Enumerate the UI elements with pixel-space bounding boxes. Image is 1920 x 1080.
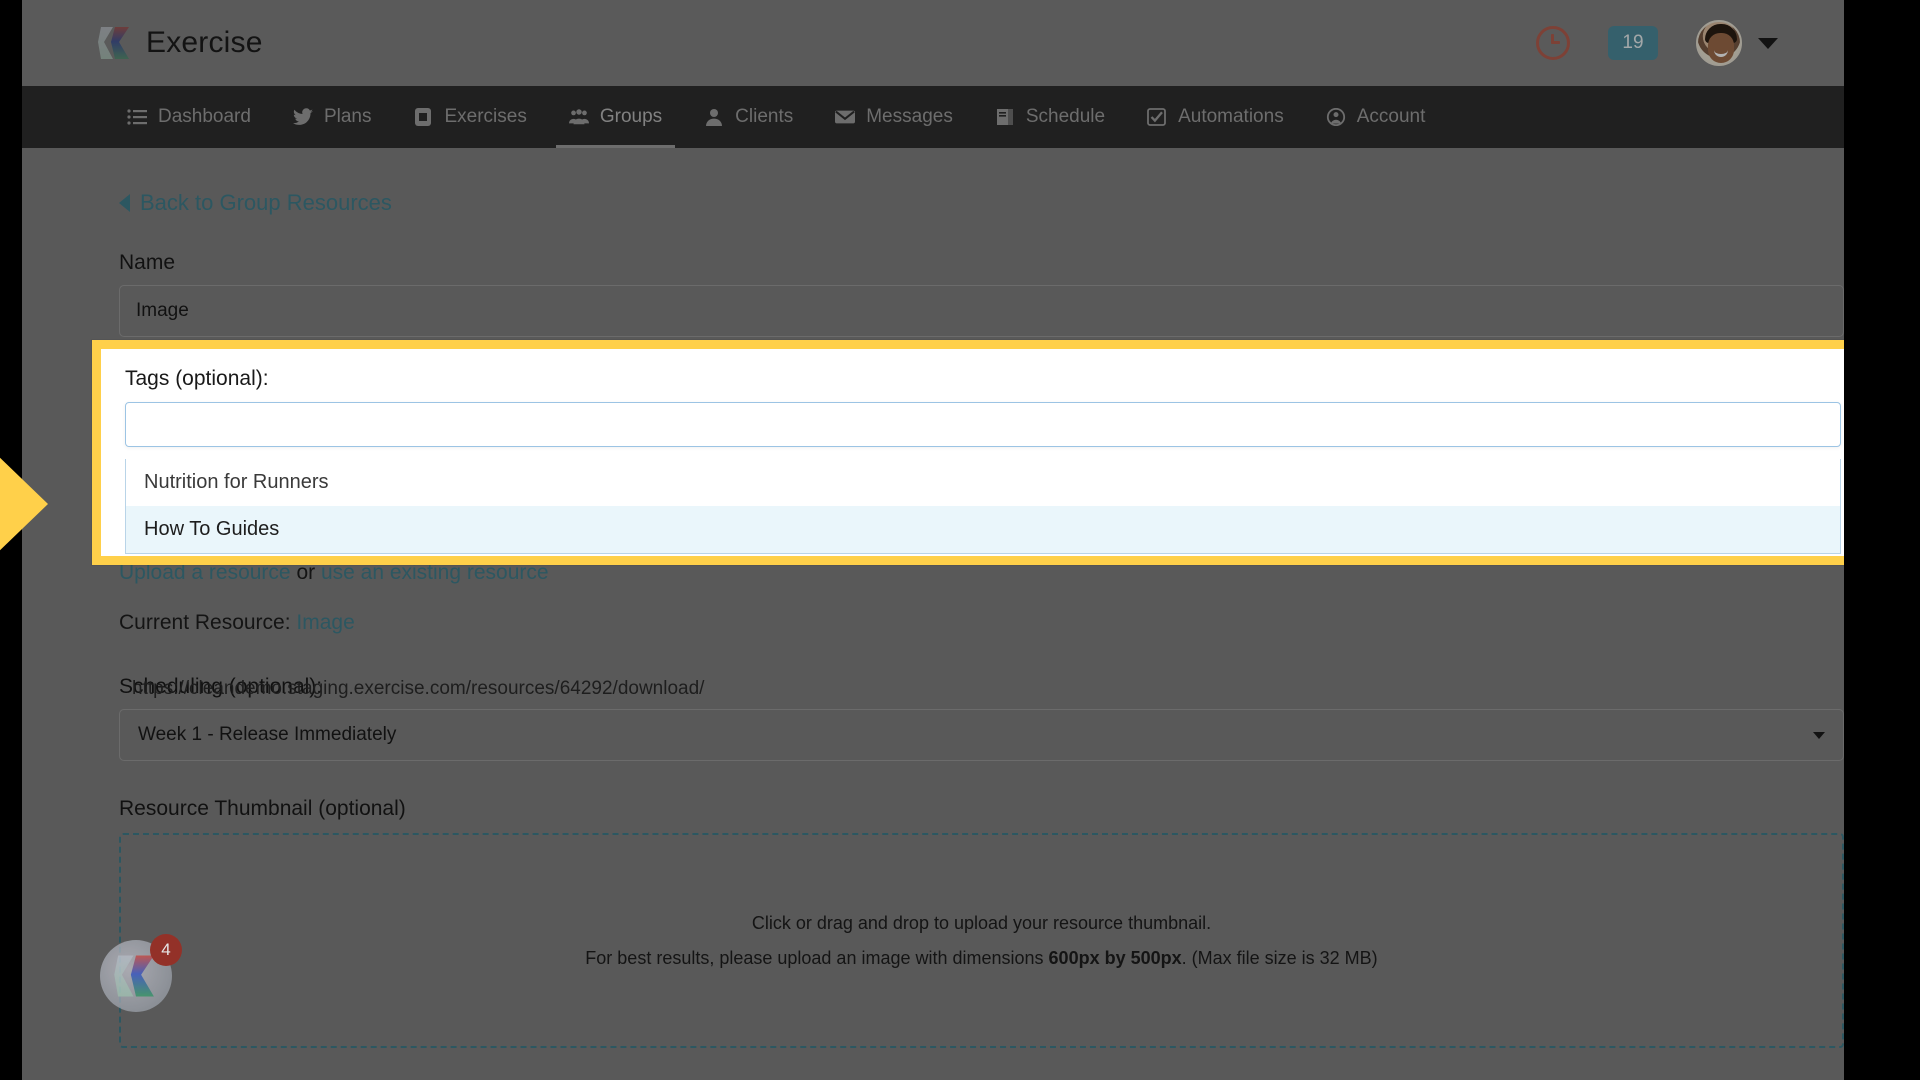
tags-dropdown-menu: Nutrition for Runners How To Guides — [125, 459, 1841, 554]
clock-icon[interactable] — [1536, 26, 1570, 60]
thumbnail-dropzone[interactable]: Click or drag and drop to upload your re… — [119, 833, 1844, 1048]
nav-item-exercises[interactable]: Exercises — [392, 86, 547, 148]
nav-item-groups[interactable]: Groups — [548, 86, 683, 148]
screenshot-root: Exercise 19 Dashboard Plans Exercises Gr… — [0, 0, 1920, 1080]
phone-icon — [415, 108, 432, 126]
nav-item-messages[interactable]: Messages — [814, 86, 974, 148]
name-input-value: Image — [136, 300, 189, 321]
nav-item-label: Schedule — [1025, 106, 1106, 127]
check-square-icon — [1147, 108, 1166, 126]
brand-logo[interactable]: Exercise — [98, 25, 263, 61]
current-resource-label: Current Resource: — [119, 611, 297, 634]
envelope-icon — [835, 110, 856, 124]
back-link-label: Back to Group Resources — [140, 190, 392, 215]
back-to-group-resources-link[interactable]: Back to Group Resources — [119, 190, 392, 216]
exercise-logo-icon — [114, 955, 154, 997]
help-widget-button[interactable]: 4 — [100, 934, 182, 1012]
nav-item-label: Groups — [599, 106, 663, 127]
user-circle-icon — [1326, 108, 1345, 126]
nav-item-automations[interactable]: Automations — [1126, 86, 1305, 148]
nav-item-label: Automations — [1178, 106, 1284, 127]
widget-notification-badge: 4 — [150, 934, 182, 966]
brand-name: Exercise — [146, 26, 263, 59]
nav-item-plans[interactable]: Plans — [272, 86, 393, 148]
nav-item-schedule[interactable]: Schedule — [974, 86, 1126, 148]
name-label: Name — [119, 251, 176, 274]
tags-input[interactable] — [125, 402, 1841, 447]
tag-option-label: Nutrition for Runners — [144, 471, 329, 493]
main-nav: Dashboard Plans Exercises Groups Clients… — [22, 86, 1844, 148]
tag-option-nutrition-for-runners[interactable]: Nutrition for Runners — [126, 459, 1840, 506]
dropzone-text-post: . (Max file size is 32 MB) — [1181, 947, 1378, 968]
book-icon — [996, 109, 1013, 125]
nav-item-label: Messages — [866, 106, 953, 127]
avatar-face — [1708, 33, 1734, 63]
form-wrapper: Back to Group Resources Name Image Uploa… — [119, 190, 1844, 1048]
nav-item-label: Exercises — [444, 106, 527, 127]
nav-item-label: Plans — [323, 106, 372, 127]
nav-item-label: Account — [1356, 106, 1426, 127]
person-icon — [706, 109, 723, 126]
scheduling-select[interactable]: Week 1 - Release Immediately — [119, 709, 1844, 761]
app-page: Exercise 19 Dashboard Plans Exercises Gr… — [22, 0, 1844, 1080]
tags-text-field[interactable] — [126, 403, 1840, 446]
chevron-down-icon[interactable] — [1758, 37, 1778, 49]
app-header: Exercise 19 — [22, 0, 1844, 86]
tags-highlight-callout: Tags (optional): Nutrition for Runners H… — [92, 340, 1844, 565]
name-input[interactable]: Image — [119, 285, 1844, 337]
dropzone-line-1: Click or drag and drop to upload your re… — [751, 912, 1212, 933]
avatar — [1696, 20, 1742, 66]
page-body: Back to Group Resources Name Image Uploa… — [22, 148, 1844, 1048]
account-menu[interactable] — [1696, 20, 1778, 66]
header-actions: 19 — [1536, 20, 1778, 66]
dropzone-dimensions: 600px by 500px — [1048, 947, 1182, 968]
bird-icon — [292, 108, 313, 125]
right-arrow-pointer — [0, 452, 48, 556]
nav-item-clients[interactable]: Clients — [683, 86, 814, 148]
tag-option-label: How To Guides — [144, 518, 280, 540]
scheduling-selected-value: Week 1 - Release Immediately — [138, 724, 397, 745]
current-resource-value[interactable]: Image — [296, 611, 354, 634]
chevron-left-icon — [119, 194, 130, 212]
nav-item-dashboard[interactable]: Dashboard — [106, 86, 272, 148]
exercise-logo-icon — [98, 25, 132, 61]
thumbnail-label: Resource Thumbnail (optional) — [119, 797, 406, 820]
notification-count-badge[interactable]: 19 — [1608, 26, 1658, 60]
nav-item-label: Clients — [735, 106, 794, 127]
tags-label: Tags (optional): — [125, 367, 269, 390]
users-icon — [568, 109, 589, 125]
nav-item-account[interactable]: Account — [1305, 86, 1447, 148]
dropzone-line-2: For best results, please upload an image… — [585, 948, 1377, 969]
tag-option-how-to-guides[interactable]: How To Guides — [126, 506, 1840, 553]
list-icon — [127, 109, 147, 125]
resource-url-text: https://cleandemo.staging.exercise.com/r… — [132, 678, 705, 699]
nav-item-label: Dashboard — [158, 106, 251, 127]
current-resource-row: Current Resource: Image — [119, 611, 1844, 635]
chevron-down-icon — [1813, 731, 1825, 739]
dropzone-text-pre: For best results, please upload an image… — [585, 947, 1049, 968]
